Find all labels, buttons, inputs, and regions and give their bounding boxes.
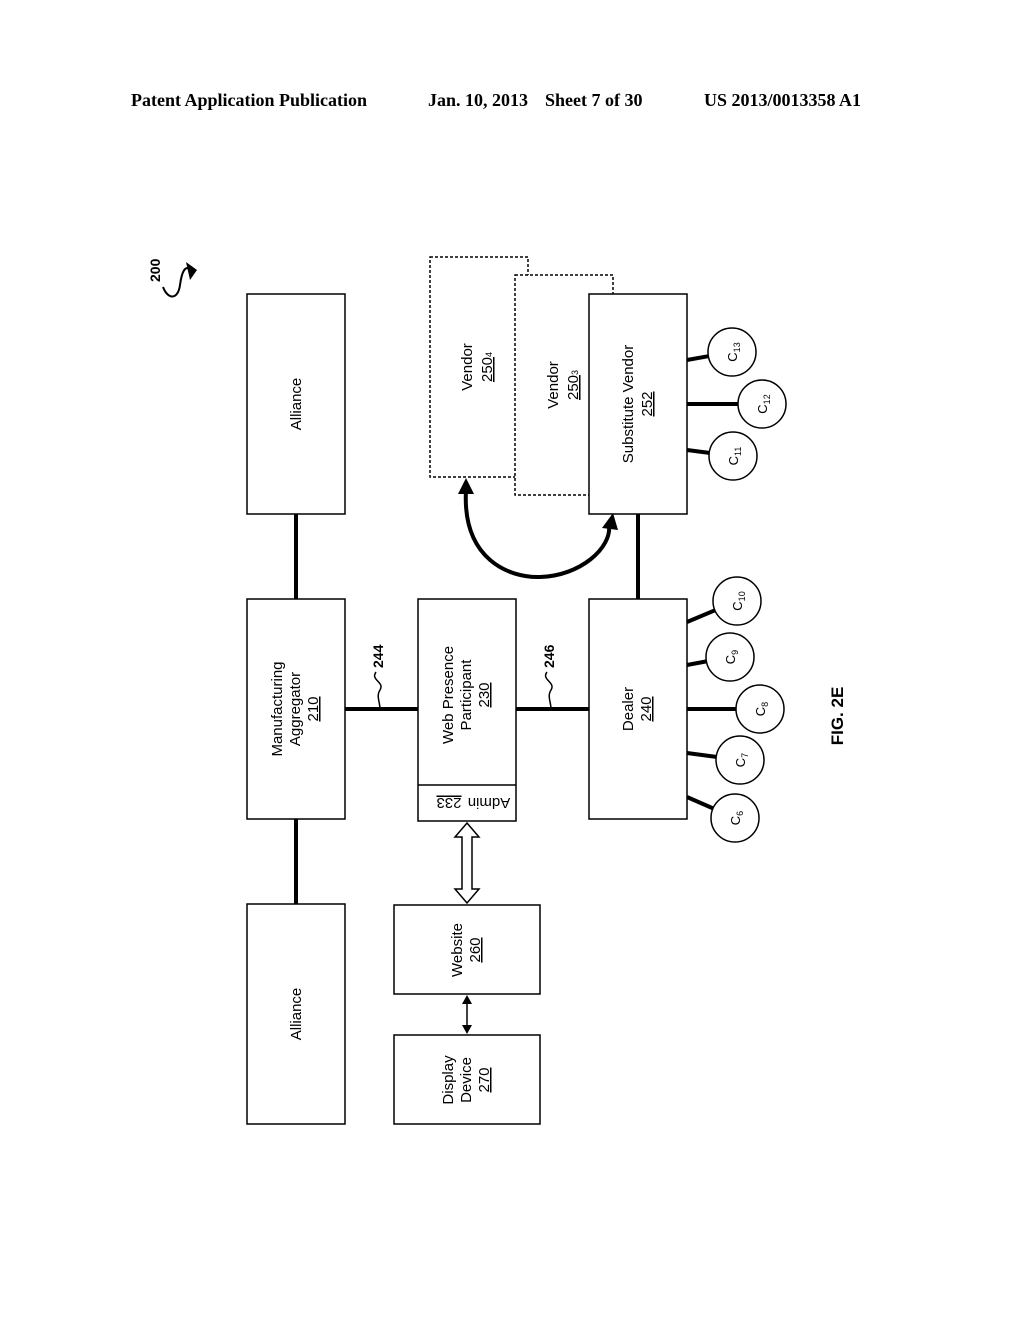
admin-section: Admin 233	[436, 794, 510, 811]
dealer-label: Dealer	[620, 687, 637, 731]
customer-link	[686, 751, 717, 759]
dealer-customers: C6C7C8C9C10	[686, 576, 785, 843]
customer-link	[686, 354, 709, 362]
vendor3-sub: 3	[570, 370, 580, 375]
arrowhead-icon	[186, 262, 197, 280]
aggregator-line1: Manufacturing	[269, 661, 286, 756]
customer-label-sub: 11	[733, 447, 743, 456]
arrowhead-icon	[458, 478, 474, 494]
customer-label-sub: 7	[740, 753, 750, 758]
arrowhead-icon	[602, 513, 618, 530]
vendor3-ref: 250	[565, 375, 582, 400]
substitute-vendor-ref: 252	[639, 391, 656, 416]
aggregator-line2: Aggregator	[287, 672, 304, 746]
customer-label-sub: 9	[730, 650, 740, 655]
alliance-top-label: Alliance	[288, 378, 305, 431]
figure-ref-label: 200	[147, 258, 163, 282]
double-arrow-admin-website	[453, 821, 481, 905]
block-alliance-top: Alliance	[246, 293, 346, 515]
dealer-ref: 240	[638, 696, 655, 721]
customer-link	[686, 795, 714, 811]
display-line2: Device	[458, 1057, 475, 1103]
display-ref: 270	[476, 1067, 493, 1092]
block-substitute-vendor: Substitute Vendor 252	[588, 293, 688, 515]
customer-label-base: C	[725, 352, 740, 361]
link-244-label-group: 244	[370, 644, 386, 710]
block-dealer: Dealer 240	[588, 598, 688, 820]
customer-link	[686, 608, 716, 624]
substitute-vendor-label: Substitute Vendor	[620, 345, 637, 463]
web-presence-line1: Web Presence	[440, 646, 457, 744]
block-display-device: Display Device 270	[393, 1034, 541, 1125]
display-line1: Display	[440, 1055, 457, 1105]
customer-label-base: C	[753, 707, 768, 716]
figure-diagram: 200 244 246 Alliance Manufacturing Aggre…	[147, 256, 847, 1125]
customer-label-sub: 10	[737, 591, 747, 601]
figure-reference: 200	[147, 258, 197, 298]
double-arrow-website-display	[462, 995, 472, 1034]
web-presence-ref: 230	[476, 682, 493, 707]
admin-ref: 233	[436, 794, 461, 811]
link-244-label: 244	[370, 644, 386, 668]
vendor4-label: Vendor	[459, 343, 476, 391]
customer-label-base: C	[726, 456, 741, 465]
figure-caption: FIG. 2E	[828, 687, 847, 746]
customer-link	[686, 659, 707, 667]
squiggle-leader	[162, 267, 191, 298]
vendor4-ref: 250	[479, 357, 496, 382]
aggregator-ref: 210	[305, 696, 322, 721]
customer-label-base: C	[728, 816, 743, 825]
block-web-presence-participant: Web Presence Participant 230 Admin 233	[417, 598, 517, 822]
website-label: Website	[449, 923, 466, 977]
customer-label-sub: 12	[762, 394, 772, 404]
customer-link	[686, 448, 710, 455]
customer-label-sub: 13	[732, 342, 742, 352]
vendor4-sub: 4	[484, 352, 494, 357]
vendor3-label: Vendor	[545, 361, 562, 409]
block-vendor-250-4: Vendor 2504	[429, 256, 529, 478]
customer-label-sub: 6	[735, 811, 745, 816]
substitute-vendor-customers: C11C12C13	[686, 327, 787, 481]
block-manufacturing-aggregator: Manufacturing Aggregator 210	[246, 598, 346, 820]
customer-label-base: C	[723, 655, 738, 664]
alliance-bottom-label: Alliance	[288, 988, 305, 1041]
block-alliance-bottom: Alliance	[246, 903, 346, 1125]
block-website: Website 260	[393, 904, 541, 995]
link-246-label-group: 246	[541, 644, 557, 710]
website-ref: 260	[467, 937, 484, 962]
customer-label-base: C	[733, 758, 748, 767]
customer-label-sub: 8	[760, 702, 770, 707]
customer-label-base: C	[730, 601, 745, 610]
customer-label-base: C	[755, 404, 770, 413]
link-246-label: 246	[541, 644, 557, 668]
admin-label: Admin	[468, 794, 511, 811]
web-presence-line2: Participant	[458, 659, 475, 731]
